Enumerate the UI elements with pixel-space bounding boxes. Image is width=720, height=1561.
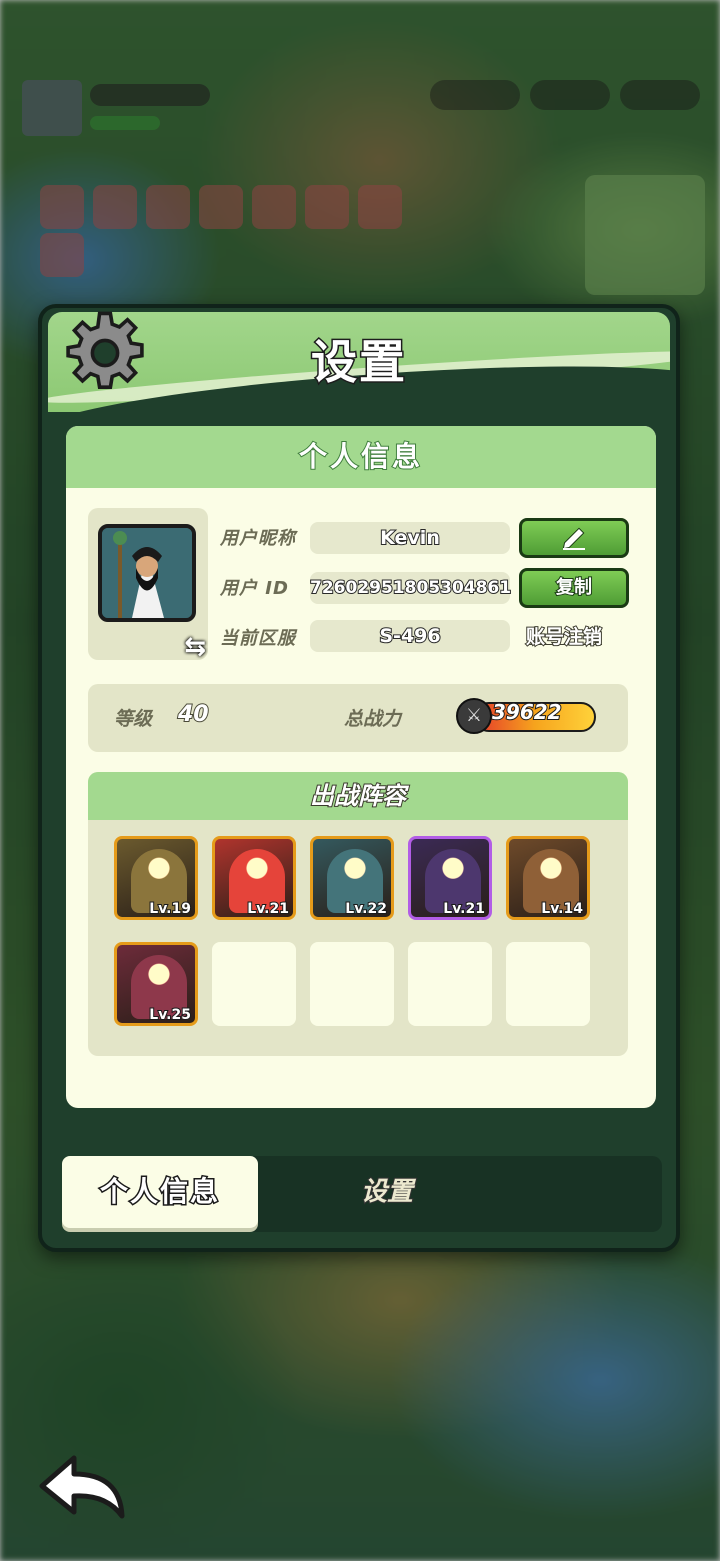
hero-level: Lv.22 (344, 900, 388, 917)
tab-bar: 个人信息 设置 (62, 1156, 662, 1232)
power-badge: ⚔ 39622 (456, 698, 606, 736)
empty-hero-slot[interactable] (212, 942, 296, 1026)
card-title: 个人信息 (66, 426, 656, 488)
server-label: 当前区服 (220, 628, 296, 649)
hero-level: Lv.21 (246, 900, 290, 917)
hero-slot[interactable]: Lv.21 (408, 836, 492, 920)
hero-slot[interactable]: Lv.22 (310, 836, 394, 920)
copy-id-button[interactable]: 复制 (519, 568, 629, 608)
server-field: S-496 (310, 620, 510, 652)
hero-slot[interactable]: Lv.19 (114, 836, 198, 920)
tab-personal-info[interactable]: 个人信息 (62, 1156, 258, 1228)
lineup-title: 出战阵容 (88, 772, 628, 820)
empty-hero-slot[interactable] (310, 942, 394, 1026)
power-label: 总战力 (344, 708, 402, 730)
tab-settings[interactable]: 设置 (312, 1156, 462, 1228)
battle-lineup-panel: 出战阵容 Lv.19 Lv.21 Lv.22 Lv.21 Lv.14 Lv.25 (88, 772, 628, 1056)
hero-portrait (102, 528, 192, 618)
hero-slot[interactable]: Lv.14 (506, 836, 590, 920)
empty-hero-slot[interactable] (408, 942, 492, 1026)
swap-arrows-icon[interactable]: ⇆ (184, 632, 206, 662)
hero-level: Lv.14 (540, 900, 584, 917)
settings-dialog: 设置 个人信息 ⇆ 用户昵称 Kevin 用户 ID 7260295180530… (38, 304, 680, 1252)
hero-slot[interactable]: Lv.25 (114, 942, 198, 1026)
user-id-field: 72602951805304861 (309, 572, 512, 604)
level-value: 40 (177, 701, 210, 728)
level-label: 等级 (114, 708, 153, 730)
avatar-container[interactable]: ⇆ (88, 508, 208, 662)
edit-nickname-button[interactable] (519, 518, 629, 558)
pencil-icon (562, 527, 585, 550)
avatar[interactable] (98, 524, 196, 622)
back-arrow-icon[interactable] (36, 1452, 132, 1522)
hero-slot[interactable]: Lv.21 (212, 836, 296, 920)
profile-card: 个人信息 ⇆ 用户昵称 Kevin 用户 ID 7260295180530486… (66, 426, 656, 1108)
crossed-swords-icon: ⚔ (456, 698, 492, 734)
hero-level: Lv.19 (148, 900, 192, 917)
nickname-field: Kevin (310, 522, 510, 554)
hero-level: Lv.25 (148, 1006, 192, 1023)
hero-level: Lv.21 (442, 900, 486, 917)
gear-icon (66, 311, 144, 389)
delete-account-link[interactable]: 账号注销 (525, 622, 603, 649)
user-id-label: 用户 ID (220, 578, 289, 599)
power-value: 39622 (491, 699, 563, 725)
stats-panel: 等级 40 总战力 ⚔ 39622 (88, 684, 628, 752)
nickname-label: 用户昵称 (220, 528, 296, 549)
empty-hero-slot[interactable] (506, 942, 590, 1026)
